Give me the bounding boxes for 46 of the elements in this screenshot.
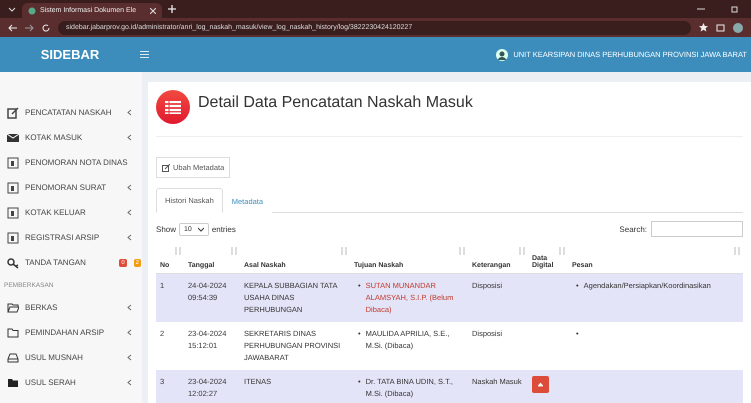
edit-icon [7, 106, 19, 118]
folder-icon [7, 326, 19, 338]
edit-icon [162, 164, 170, 172]
document-icon [7, 182, 19, 194]
star-icon[interactable] [699, 23, 708, 32]
profile-icon[interactable] [733, 22, 743, 32]
list-icon [156, 90, 190, 124]
restore-icon[interactable] [731, 5, 739, 13]
search-field[interactable] [651, 221, 743, 237]
menu-icon[interactable] [140, 51, 149, 58]
folder-icon [7, 376, 19, 388]
menu-item[interactable]: PENCATATAN NASKAH [25, 108, 121, 117]
menu-item[interactable]: KOTAK MASUK [25, 133, 121, 142]
upload-icon [538, 382, 543, 388]
menu-item[interactable]: KOTAK KELUAR [25, 208, 121, 217]
envelope-icon [7, 132, 19, 144]
show-label: Show [156, 224, 176, 234]
folder-icon [7, 302, 19, 314]
menu-item[interactable]: TANDA TANGAN [25, 258, 114, 267]
drive-icon [7, 352, 19, 364]
avatar[interactable] [496, 48, 508, 60]
forward-icon[interactable] [25, 24, 34, 32]
chevron-icon [198, 226, 204, 232]
document-icon [7, 232, 19, 244]
menu-item[interactable]: PENOMORAN SURAT [25, 183, 121, 192]
plus-icon[interactable] [168, 5, 176, 13]
chevron-icon[interactable] [8, 5, 16, 13]
menu-item[interactable]: PENOMORAN NOTA DINAS [25, 158, 142, 167]
menu-item[interactable]: BERKAS [25, 303, 121, 312]
close-icon[interactable] [150, 8, 156, 14]
entries-label: entries [212, 224, 236, 234]
globe-icon [28, 6, 36, 14]
key-icon [7, 256, 19, 268]
menu-item[interactable]: USUL SERAH [25, 378, 121, 387]
document-icon [7, 206, 19, 218]
menu-item[interactable]: REGISTRASI ARSIP [25, 233, 121, 242]
download-button[interactable] [532, 376, 549, 393]
reload-icon[interactable] [42, 24, 50, 32]
extension-icon[interactable] [716, 23, 725, 32]
document-icon [7, 156, 19, 168]
brand-title[interactable]: SIDEBAR [0, 47, 140, 62]
search-label: Search: [619, 224, 647, 234]
back-icon[interactable] [8, 24, 17, 32]
menu-item[interactable]: PEMINDAHAN ARSIP [25, 328, 121, 337]
page-title: Detail Data Pencatatan Naskah Masuk [198, 94, 473, 113]
menu-item[interactable]: USUL MUSNAH [25, 353, 121, 362]
